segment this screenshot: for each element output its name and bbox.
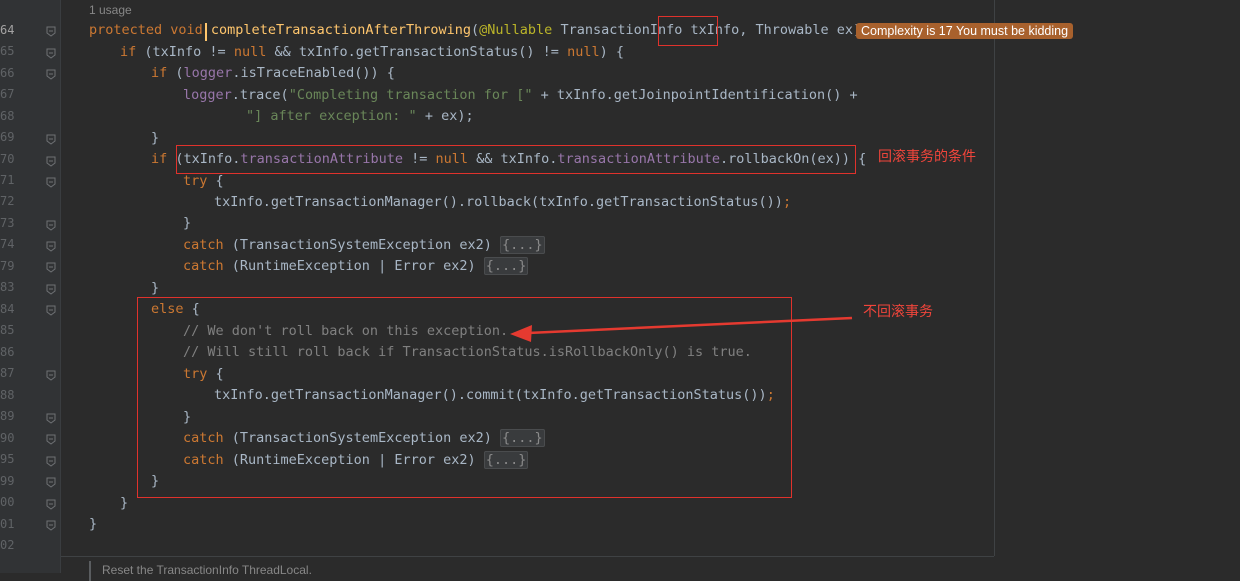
rendered-doc-comment: Reset the TransactionInfo ThreadLocal. [102,563,312,577]
doc-comment-bar [89,561,91,581]
method-separator [61,556,994,557]
annotation-arrow [510,316,853,342]
